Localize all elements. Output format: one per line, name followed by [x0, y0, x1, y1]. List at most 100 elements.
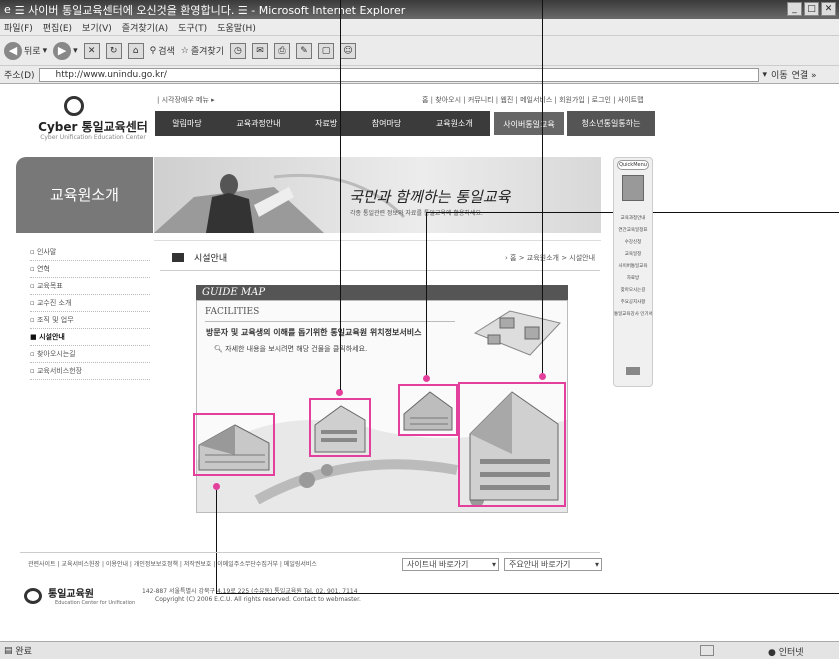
links-button[interactable]: 연결 » [792, 68, 817, 81]
facilities-label: FACILITIES [205, 307, 260, 317]
footer-links[interactable]: 관련사이트 | 교육서비스헌장 | 이용안내 | 개인정보보호정책 | 저작권보… [28, 559, 317, 568]
utility-links[interactable]: 홈 | 찾아오시 | 커뮤니티 | 웹진 | 메일서비스 | 회원가입 | 로그… [422, 95, 644, 105]
back-arrow-icon: ◀ [4, 41, 22, 60]
facilities-divider [205, 321, 455, 322]
mail-icon[interactable]: ✉ [251, 42, 268, 59]
quick-menu-item[interactable]: 주요공지사항 [614, 297, 652, 309]
forward-arrow-icon: ▶ [53, 41, 72, 60]
refresh-icon[interactable]: ↻ [105, 42, 122, 59]
site-logo-sub: Cyber Unification Education Center [40, 134, 146, 141]
title-divider [160, 270, 600, 271]
footer-divider [20, 552, 600, 553]
quick-menu-item[interactable]: 교육과정안내 [614, 213, 652, 225]
building-dormitory[interactable] [193, 413, 275, 476]
menu-edit[interactable]: 편집(E) [43, 21, 72, 34]
annotation-line [542, 0, 543, 373]
left-nav-item[interactable]: ▫ 조직 및 업무 [30, 312, 150, 329]
internet-zone: ● 인터넷 [768, 648, 804, 658]
favorites-button[interactable]: ☆ 즐겨찾기 [180, 44, 224, 58]
menu-tools[interactable]: 도구(T) [178, 21, 207, 34]
maximize-button[interactable]: □ [804, 2, 819, 16]
marker-dot[interactable] [336, 389, 343, 396]
footer-logo-icon [24, 588, 42, 604]
print-icon[interactable]: ⎙ [273, 42, 290, 59]
search-button[interactable]: ⚲ 검색 [149, 44, 175, 58]
banner-title: 국민과 함께하는 통일교육 [349, 188, 511, 206]
history-icon[interactable]: ◷ [229, 42, 246, 59]
footer-copyright: Copyright (C) 2006 E.C.U. All rights res… [155, 596, 361, 603]
main-shortcut-select[interactable]: 주요안내 바로가기 [504, 558, 602, 571]
minimize-button[interactable]: _ [787, 2, 802, 16]
footer-address: 142-887 서울특별시 강북구 4.19로 225 (수유동) 통일교육원 … [142, 588, 358, 595]
edit-icon[interactable]: ✎ [295, 42, 312, 59]
left-nav-item[interactable]: ▫ 연혁 [30, 261, 150, 278]
marker-dot[interactable] [539, 373, 546, 380]
logo-icon[interactable] [64, 96, 84, 116]
content-divider [154, 240, 601, 241]
building-library[interactable] [398, 384, 458, 436]
browser-window: { "window": {"title": "☰ 사이버 통일교육센터에 오신것… [0, 0, 839, 659]
security-zone-icon [700, 645, 714, 656]
quick-menu-item[interactable]: 자료방 [614, 273, 652, 285]
menu-file[interactable]: 파일(F) [4, 21, 33, 34]
quick-menu-item[interactable]: 통일교육강사 인기서 출력 [614, 309, 652, 321]
gnb-youth[interactable]: 청소년통일통하는 [567, 111, 655, 136]
window-title: ☰ 사이버 통일교육센터에 오신것을 환영합니다. ☰ - Microsoft … [14, 3, 406, 17]
footer-logo-sub: Education Center for Unification [55, 600, 136, 606]
campus-overview-map[interactable] [470, 303, 565, 361]
accessibility-menu-link[interactable]: | 시각장애우 메뉴 ▸ [157, 95, 215, 105]
global-nav: 알림마당 교육과정안내 자료방 참여마당 교육원소개 [155, 111, 490, 136]
discuss-icon[interactable]: ▢ [317, 42, 334, 59]
breadcrumb: › 홈 > 교육원소개 > 시설안내 [505, 254, 596, 262]
messenger-icon[interactable]: ☺ [339, 42, 356, 59]
left-nav-item[interactable]: ▫ 교수진 소개 [30, 295, 150, 312]
menu-bar: 파일(F) 편집(E) 보기(V) 즐겨찾기(A) 도구(T) 도움말(H) [0, 19, 839, 36]
close-button[interactable]: ✕ [821, 2, 836, 16]
building-lecture-hall[interactable] [309, 398, 371, 457]
left-nav-item[interactable]: ▫ 교육목표 [30, 278, 150, 295]
forward-button[interactable]: ▶ ▾ [53, 41, 78, 60]
menu-help[interactable]: 도움말(H) [217, 21, 256, 34]
search-icon: ⚲ [149, 45, 157, 56]
back-button[interactable]: ◀ 뒤로 ▾ [4, 41, 47, 60]
guide-map-hint: 🔍︎ 자세한 내용을 보시려면 해당 건물을 클릭하세요. [214, 345, 368, 353]
marker-dot[interactable] [423, 375, 430, 382]
quick-menu-item[interactable]: 교육일정 [614, 249, 652, 261]
menu-favorites[interactable]: 즐겨찾기(A) [122, 21, 168, 34]
address-input[interactable]: http://www.unindu.go.kr/ [38, 67, 759, 82]
quick-menu-computer-icon [622, 175, 644, 201]
gnb-notice[interactable]: 알림마당 [172, 118, 201, 129]
annotation-line [340, 0, 341, 390]
left-nav-item[interactable]: ▫ 교육서비스헌장 [30, 363, 150, 380]
gnb-courses[interactable]: 교육과정안내 [236, 118, 280, 129]
marker-dot[interactable] [213, 483, 220, 490]
quick-menu-item[interactable]: 연간교육일정표 [614, 225, 652, 237]
gnb-cyber-education[interactable]: 사이버통일교육 [493, 111, 565, 136]
stop-icon[interactable]: ✕ [83, 42, 100, 59]
toolbar: ◀ 뒤로 ▾ ▶ ▾ ✕ ↻ ⌂ ⚲ 검색 ☆ 즐겨찾기 ◷ ✉ ⎙ ✎ ▢ ☺ [0, 36, 839, 66]
site-logo[interactable]: Cyber 통일교육센터 [33, 118, 153, 135]
quick-menu-item[interactable]: 수강신청 [614, 237, 652, 249]
building-main-hall[interactable] [458, 382, 566, 507]
left-nav-item[interactable]: ▫ 찾아오시는길 [30, 346, 150, 363]
quick-menu-item[interactable]: 찾아오시는길 [614, 285, 652, 297]
menu-view[interactable]: 보기(V) [82, 21, 112, 34]
guide-map-description: 방문자 및 교육생의 이해를 돕기위한 통일교육원 위치정보서비스 [206, 328, 422, 337]
star-icon: ☆ [180, 45, 189, 56]
quick-menu-header: QuickMenu [617, 160, 649, 170]
section-title-icon [172, 253, 184, 262]
gnb-about[interactable]: 교육원소개 [436, 118, 473, 129]
quick-menu-item[interactable]: 사이버통일교육 [614, 261, 652, 273]
gnb-participation[interactable]: 참여마당 [372, 118, 401, 129]
gnb-resources[interactable]: 자료방 [315, 118, 337, 129]
status-text: 완료 [15, 647, 32, 657]
left-nav-item-active[interactable]: ■ 시설안내 [30, 329, 150, 346]
quick-menu-list: 교육과정안내 연간교육일정표 수강신청 교육일정 사이버통일교육 자료방 찾아오… [614, 213, 652, 321]
left-nav-item[interactable]: ▫ 인사말 [30, 244, 150, 261]
address-dropdown-icon[interactable]: ▾ [763, 70, 768, 80]
top-button-icon[interactable] [626, 367, 640, 375]
site-shortcut-select[interactable]: 사이트내 바로가기 [402, 558, 499, 571]
annotation-line [426, 212, 427, 375]
go-button[interactable]: 이동 [771, 68, 788, 81]
home-icon[interactable]: ⌂ [127, 42, 144, 59]
